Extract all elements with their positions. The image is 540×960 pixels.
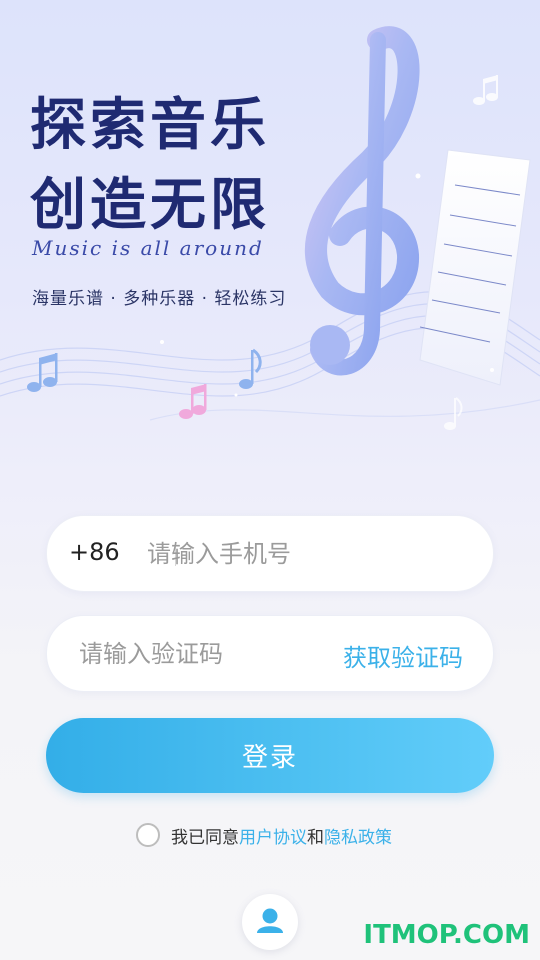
music-note-icon bbox=[473, 75, 498, 105]
login-button[interactable]: 登录 bbox=[46, 718, 494, 793]
phone-input[interactable] bbox=[147, 534, 477, 574]
hero-banner: 探索音乐 创造无限 Music is all around 海量乐谱 · 多种乐… bbox=[0, 0, 540, 480]
agreement-checkbox[interactable] bbox=[136, 823, 160, 847]
other-login-button[interactable] bbox=[242, 894, 298, 950]
hero-tagline: 海量乐谱 · 多种乐器 · 轻松练习 bbox=[32, 289, 287, 309]
user-icon bbox=[257, 908, 283, 933]
privacy-policy-link[interactable]: 隐私政策 bbox=[324, 823, 392, 848]
agreement-and-text: 和 bbox=[307, 827, 324, 848]
verification-code-input[interactable] bbox=[79, 634, 319, 674]
agreement-row: 我已同意 用户协议 和 隐私政策 bbox=[136, 822, 392, 848]
sheet-music-icon bbox=[419, 149, 531, 386]
country-code[interactable]: +86 bbox=[69, 538, 120, 566]
hero-slogan: Music is all around bbox=[32, 236, 264, 260]
music-note-icon bbox=[239, 348, 262, 389]
phone-field: +86 bbox=[46, 515, 494, 592]
hero-title-line-1: 探索音乐 bbox=[30, 92, 270, 158]
music-note-icon bbox=[179, 384, 207, 419]
hero-title-line-2: 创造无限 bbox=[30, 172, 270, 238]
verification-code-field: 获取验证码 bbox=[46, 615, 494, 692]
agreement-prefix-text: 我已同意 bbox=[171, 827, 239, 848]
get-code-button[interactable]: 获取验证码 bbox=[343, 638, 463, 673]
user-agreement-link[interactable]: 用户协议 bbox=[239, 823, 307, 848]
treble-clef-icon bbox=[304, 26, 420, 376]
watermark-logo: ITMOP.COM bbox=[363, 920, 530, 950]
